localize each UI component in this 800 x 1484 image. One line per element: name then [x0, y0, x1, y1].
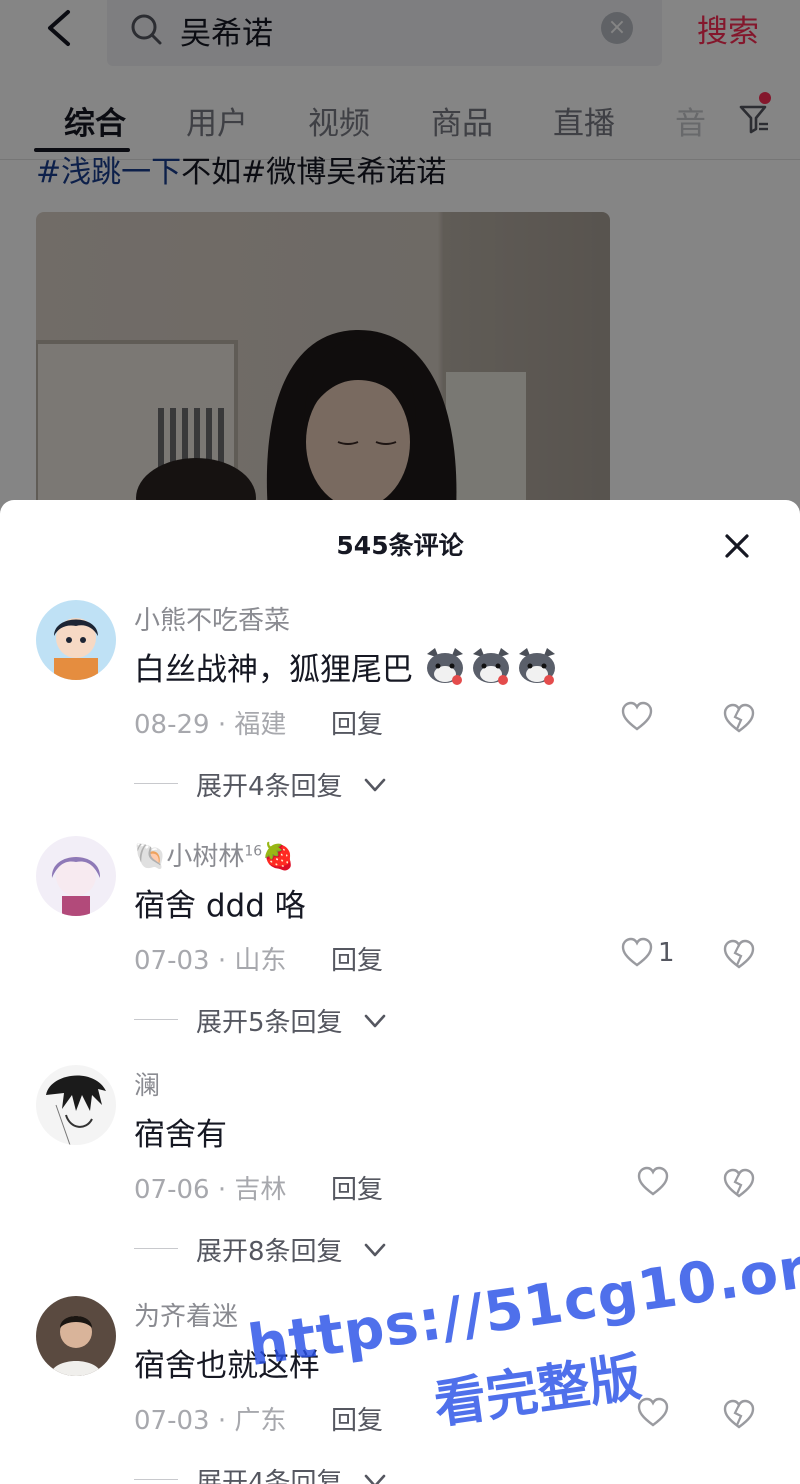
comment-nickname[interactable]: 小熊不吃香菜 — [134, 600, 290, 637]
comments-count-title: 545条评论 — [336, 531, 464, 560]
comment-body: 白丝战神，狐狸尾巴 — [134, 652, 413, 688]
dislike-broken-heart-icon[interactable] — [722, 702, 756, 736]
comment-meta: 07-03 · 山东 — [134, 946, 287, 976]
reply-button[interactable]: 回复 — [331, 704, 383, 741]
comment-meta: 07-06 · 吉林 — [134, 1175, 287, 1205]
divider — [134, 1248, 178, 1249]
shell-emoji-icon: 🐚 — [134, 842, 167, 872]
chevron-down-icon — [364, 1014, 386, 1028]
divider — [134, 783, 178, 784]
heart-icon — [637, 1166, 669, 1196]
expand-replies-label: 展开8条回复 — [196, 1237, 343, 1267]
comment-meta: 08-29 · 福建 — [134, 710, 287, 740]
comment-date: 08-29 — [134, 710, 210, 740]
strawberry-emoji-icon: 🍓 — [262, 842, 295, 872]
dislike-broken-heart-icon[interactable] — [722, 1398, 756, 1432]
nickname-superscript: 16 — [244, 843, 263, 860]
comment-item[interactable]: 小熊不吃香菜 白丝战神，狐狸尾巴 08-29 · 福建 回复 展开4条回复 — [0, 600, 800, 830]
comment-region: 山东 — [234, 946, 287, 976]
comments-sheet: 545条评论 小熊不吃香菜 白丝战神，狐狸尾巴 08-29 · 福建 回复 展开… — [0, 500, 800, 1484]
comment-date: 07-03 — [134, 1406, 210, 1436]
comment-region: 福建 — [234, 710, 287, 740]
comment-text: 宿舍有 — [134, 1117, 227, 1153]
like-button[interactable] — [636, 1165, 670, 1205]
reply-button[interactable]: 回复 — [331, 1169, 383, 1206]
comment-text: 宿舍 ddd 咯 — [134, 888, 306, 924]
comment-nickname-text: 小树林 — [166, 842, 245, 872]
avatar[interactable] — [36, 1296, 116, 1376]
avatar[interactable] — [36, 1065, 116, 1145]
expand-replies-label: 展开4条回复 — [196, 1468, 343, 1484]
comment-nickname[interactable]: 为齐着迷 — [134, 1296, 238, 1333]
husky-emoji-icon — [426, 648, 555, 685]
heart-icon — [621, 937, 653, 967]
chevron-down-icon — [364, 1474, 386, 1484]
comment-region: 吉林 — [234, 1175, 287, 1205]
dislike-broken-heart-icon[interactable] — [722, 938, 756, 972]
like-button[interactable]: 1 — [620, 936, 675, 976]
like-button[interactable] — [620, 700, 654, 740]
comment-nickname[interactable]: 🐚小树林16🍓 — [134, 836, 295, 873]
avatar[interactable] — [36, 836, 116, 916]
comment-item[interactable]: 🐚小树林16🍓 宿舍 ddd 咯 07-03 · 山东 回复 1 展开5条回复 — [0, 836, 800, 1066]
comment-date: 07-06 — [134, 1175, 210, 1205]
avatar[interactable] — [36, 600, 116, 680]
expand-replies-label: 展开5条回复 — [196, 1008, 343, 1038]
divider — [134, 1019, 178, 1020]
comment-region: 广东 — [234, 1406, 287, 1436]
heart-icon — [637, 1397, 669, 1427]
chevron-down-icon — [364, 778, 386, 792]
dislike-broken-heart-icon[interactable] — [722, 1167, 756, 1201]
comment-item[interactable]: 为齐着迷 宿舍也就这样 07-03 · 广东 回复 展开4条回复 — [0, 1296, 800, 1484]
divider — [134, 1479, 178, 1480]
chevron-down-icon — [364, 1243, 386, 1257]
like-count: 1 — [658, 938, 675, 968]
reply-button[interactable]: 回复 — [331, 1400, 383, 1437]
heart-icon — [621, 701, 653, 731]
comment-meta: 07-03 · 广东 — [134, 1406, 287, 1436]
comment-text: 宿舍也就这样 — [134, 1348, 320, 1384]
reply-button[interactable]: 回复 — [331, 940, 383, 977]
expand-replies-label: 展开4条回复 — [196, 772, 343, 802]
like-button[interactable] — [636, 1396, 670, 1436]
comment-nickname[interactable]: 澜 — [134, 1065, 160, 1102]
comment-text: 白丝战神，狐狸尾巴 — [134, 644, 561, 689]
comment-item[interactable]: 澜 宿舍有 07-06 · 吉林 回复 展开8条回复 — [0, 1065, 800, 1295]
comment-date: 07-03 — [134, 946, 210, 976]
close-icon[interactable] — [721, 530, 753, 562]
